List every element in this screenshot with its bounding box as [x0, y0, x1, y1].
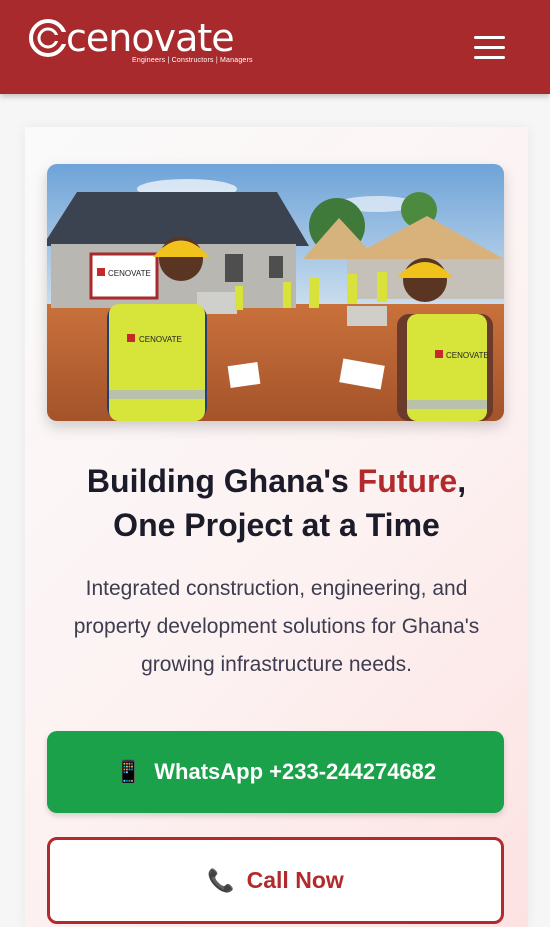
hero-title-part1: Building Ghana's [86, 463, 358, 499]
mobile-phone-icon: 📱 [114, 759, 143, 784]
logo-tagline: Engineers | Constructors | Managers [132, 57, 253, 64]
hero-construction-image: CENOVATE CENOVATE CENOVATE [47, 164, 504, 421]
hero-subtitle: Integrated construction, engineering, an… [73, 577, 480, 676]
whatsapp-button-label: WhatsApp +233-244274682 [154, 759, 437, 784]
hero-title-part2: , [457, 463, 467, 499]
call-now-button[interactable]: 📞 Call Now [47, 837, 504, 924]
call-now-button-label: Call Now [246, 867, 344, 893]
cenovate-logo[interactable]: cenovate Engineers | Constructors | Mana… [28, 14, 253, 70]
sign-text: CENOVATE [108, 269, 151, 278]
hero-title-line2: One Project at a Time [113, 507, 440, 543]
vest-text-left: CENOVATE [139, 335, 182, 344]
logo-wordmark: cenovate [66, 16, 235, 60]
hamburger-menu-icon[interactable] [470, 30, 510, 64]
hero-title-accent: Future [357, 463, 458, 499]
vest-text-right: CENOVATE [446, 351, 489, 360]
hero-section: CENOVATE CENOVATE CENOVATE Building Ghan… [25, 127, 528, 927]
whatsapp-button[interactable]: 📱 WhatsApp +233-244274682 [47, 731, 504, 813]
site-header: cenovate Engineers | Constructors | Mana… [0, 0, 550, 94]
logo-c-icon [29, 19, 68, 57]
telephone-icon: 📞 [207, 867, 235, 893]
hero-title: Building Ghana's Future, One Project at … [25, 459, 528, 547]
